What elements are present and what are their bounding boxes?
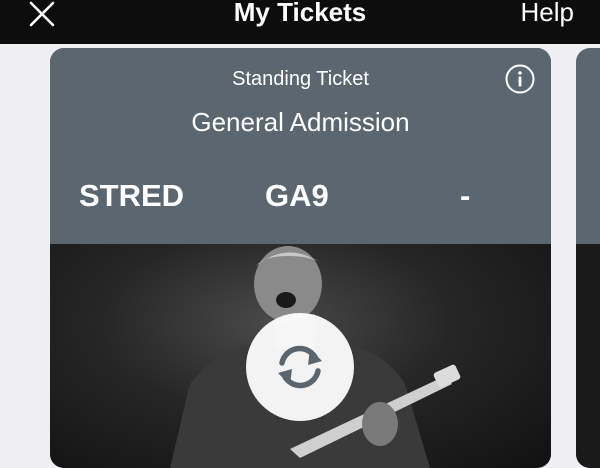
ticket-card[interactable]: Standing Ticket General Admission STRED … (50, 48, 551, 468)
info-button[interactable] (505, 64, 535, 94)
next-card-image (576, 244, 600, 468)
page-title: My Tickets (233, 0, 367, 27)
next-ticket-card-peek[interactable] (576, 48, 600, 468)
rotate-ticket-button[interactable] (246, 313, 354, 421)
seat-value: - (460, 178, 471, 213)
help-link[interactable]: Help (521, 0, 574, 28)
section-value: STRED (79, 178, 185, 213)
row-value: GA9 (265, 178, 329, 213)
seat-info-row: STRED GA9 - (50, 178, 551, 214)
performer-photo (50, 244, 551, 468)
admission-type: General Admission (191, 107, 410, 137)
rotate-icon (278, 345, 322, 389)
ticket-header: Standing Ticket General Admission STRED … (50, 48, 551, 244)
top-nav-bar: My Tickets Help (0, 0, 600, 44)
ticket-type-label: Standing Ticket (232, 68, 369, 90)
info-icon (505, 64, 535, 94)
